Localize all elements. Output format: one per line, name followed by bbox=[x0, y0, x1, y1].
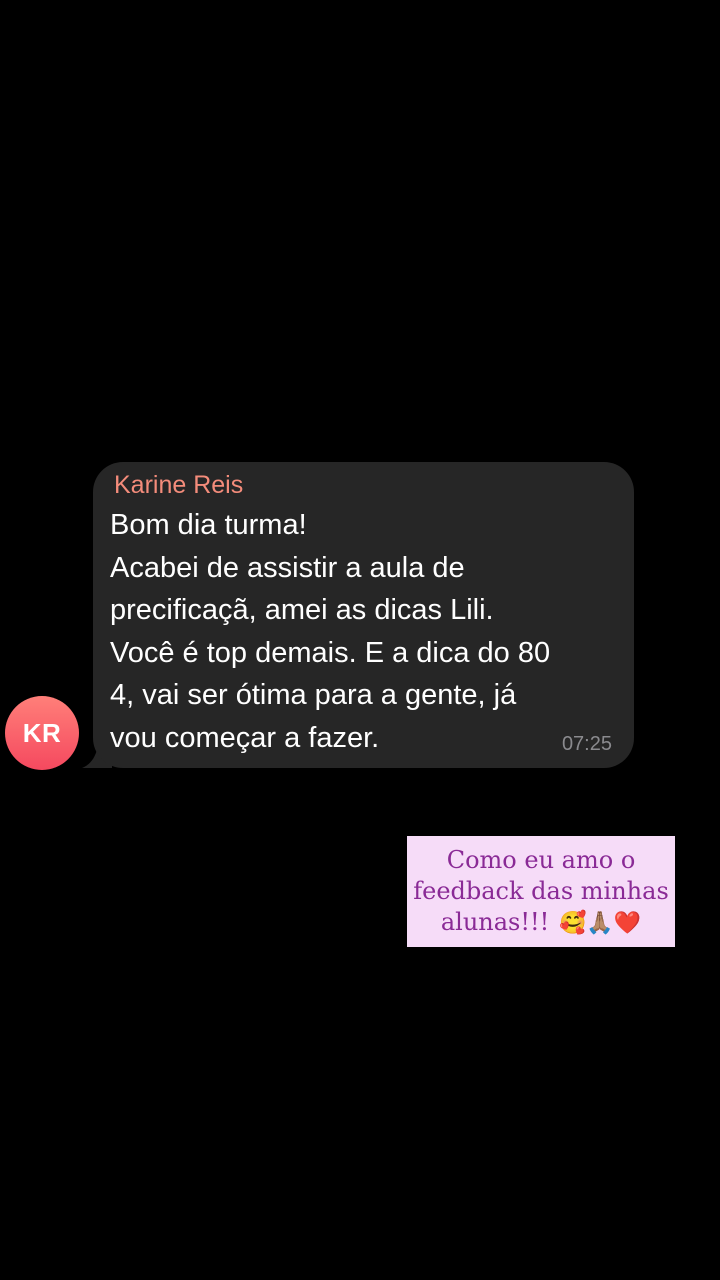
sticker-line: Como eu amo o bbox=[446, 845, 636, 874]
message-line: precificaçã, amei as dicas Lili. bbox=[110, 594, 494, 626]
emoji-icons: 🥰🙏🏽❤️ bbox=[558, 910, 642, 936]
message-timestamp: 07:25 bbox=[561, 733, 612, 755]
avatar-initials: KR bbox=[22, 717, 62, 748]
avatar[interactable]: KR bbox=[5, 696, 79, 770]
message-line: Você é top demais. E a dica do 80 bbox=[110, 636, 551, 669]
sticker-line: feedback das minhas bbox=[413, 876, 669, 905]
message-line: 4, vai ser ótima para a gente, já bbox=[110, 679, 517, 711]
sticker-line: alunas!!! 🥰🙏🏽❤️ bbox=[441, 907, 641, 939]
message-line: Bom dia turma! bbox=[110, 509, 307, 541]
message-line: vou começar a fazer. bbox=[110, 721, 380, 754]
caption-sticker: Como eu amo o feedback das minhas alunas… bbox=[407, 836, 675, 947]
message-bubble[interactable]: Karine Reis Bom dia turma! Acabei de ass… bbox=[93, 462, 634, 768]
sender-name: Karine Reis bbox=[114, 471, 244, 499]
sticker-line-text: alunas!!! bbox=[440, 907, 550, 936]
message-line: Acabei de assistir a aula de bbox=[110, 551, 465, 584]
